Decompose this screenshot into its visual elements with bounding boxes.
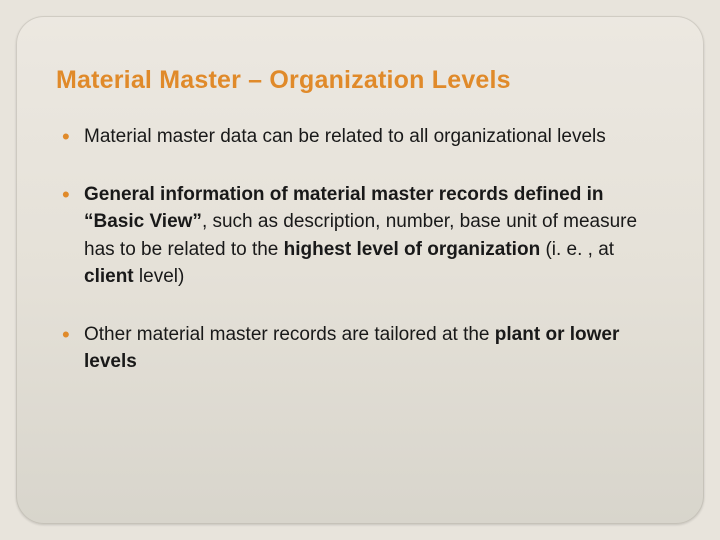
slide: Material Master – Organization Levels Ma…	[16, 16, 704, 524]
bullet-text: Other material master records are tailor…	[84, 324, 495, 345]
bullet-text: (i. e. , at	[540, 239, 614, 260]
bullet-list: Material master data can be related to a…	[56, 123, 664, 376]
list-item: Material master data can be related to a…	[56, 123, 664, 151]
bullet-text: level)	[134, 266, 185, 287]
list-item: Other material master records are tailor…	[56, 321, 664, 376]
slide-title: Material Master – Organization Levels	[56, 66, 664, 95]
bullet-text-bold: highest level of organization	[284, 239, 541, 260]
bullet-text: Material master data can be related to a…	[84, 126, 606, 147]
list-item: General information of material master r…	[56, 181, 664, 291]
bullet-text-bold: client	[84, 266, 134, 287]
